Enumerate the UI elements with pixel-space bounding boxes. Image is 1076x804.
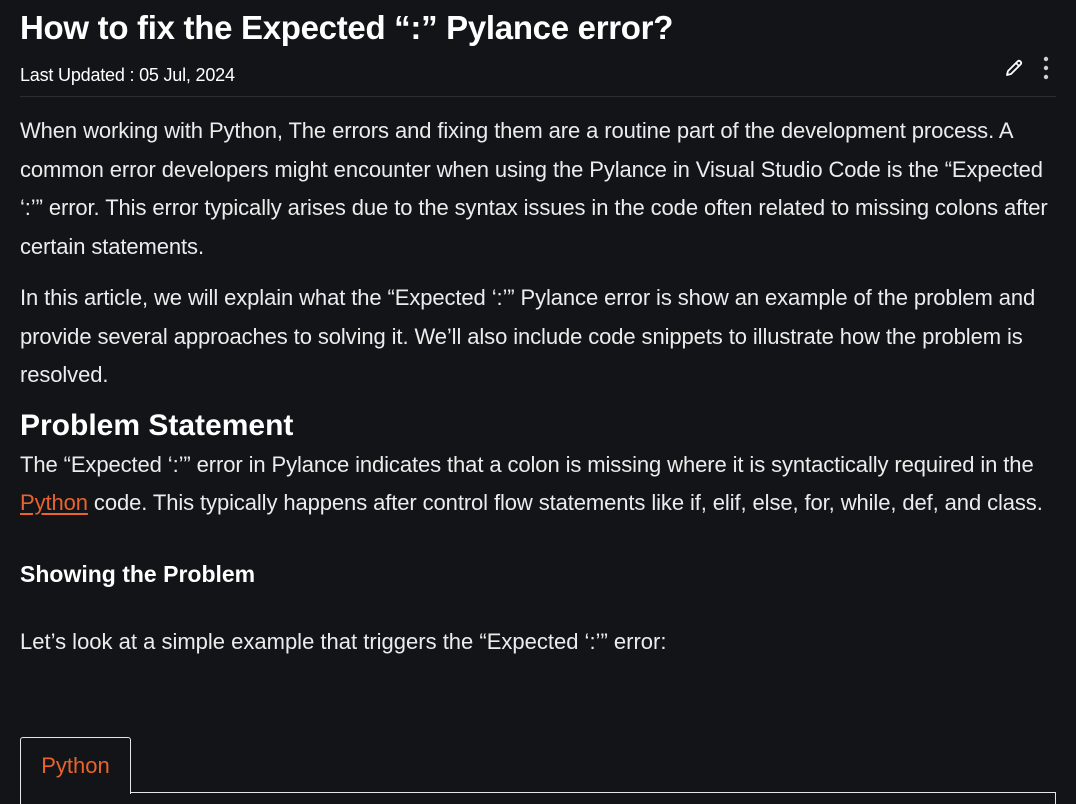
intro-paragraph-1: When working with Python, The errors and…: [20, 118, 1048, 259]
article-body: When working with Python, The errors and…: [20, 112, 1070, 657]
code-box-border-left: [20, 793, 21, 804]
code-box-border-right: [1055, 792, 1056, 804]
problem-paragraph: The “Expected ‘:’” error in Pylance indi…: [20, 446, 1070, 523]
problem-text-end: code. This typically happens after contr…: [87, 490, 1043, 515]
problem-text-start: The “Expected ‘:’” error in Pylance indi…: [20, 451, 1034, 477]
python-link[interactable]: Python: [20, 490, 88, 515]
code-box-border-top: [130, 792, 1056, 793]
article-header: How to fix the Expected “:” Pylance erro…: [20, 8, 1056, 85]
more-options-button[interactable]: [1036, 56, 1056, 80]
tab-python[interactable]: Python: [20, 737, 131, 794]
article-tools: [1004, 54, 1056, 82]
article-title: How to fix the Expected “:” Pylance erro…: [20, 9, 674, 46]
problem-statement-heading: Problem Statement: [20, 408, 294, 442]
code-block: Python: [20, 737, 1056, 804]
showing-problem-heading: Showing the Problem: [20, 560, 256, 587]
example-intro: Let’s look at a simple example that trig…: [20, 628, 667, 654]
pencil-icon: [1006, 59, 1023, 76]
edit-button[interactable]: [1004, 56, 1024, 80]
intro-paragraph-2: In this article, we will explain what th…: [20, 285, 1036, 387]
vertical-dots-icon: [1043, 56, 1049, 80]
header-divider: [20, 96, 1056, 97]
last-updated: Last Updated : 05 Jul, 2024: [20, 65, 235, 85]
